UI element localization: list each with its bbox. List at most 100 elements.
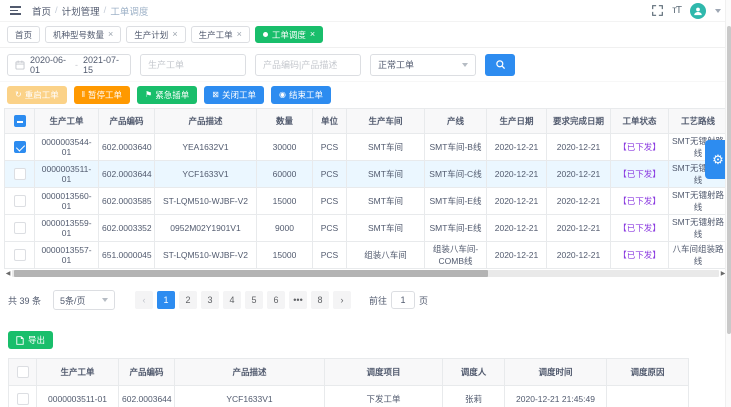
close-order-button[interactable]: ⊠ 关闭工单 — [204, 86, 264, 104]
row-select-cell — [5, 134, 35, 161]
tab-机种型号数量[interactable]: 机种型号数量× — [45, 26, 121, 43]
row-checkbox[interactable] — [14, 195, 26, 207]
pause-order-button[interactable]: ‖ 暂停工单 — [74, 86, 130, 104]
tab-首页[interactable]: 首页 — [7, 26, 40, 43]
product-search-input[interactable]: 产品编码|产品描述 — [255, 54, 361, 76]
page-button[interactable]: 1 — [157, 291, 175, 309]
table-cell: YCF1633V1 — [175, 386, 325, 407]
chevron-down-icon — [102, 298, 108, 302]
vertical-scrollbar[interactable] — [725, 0, 731, 407]
menu-collapse-icon[interactable] — [8, 4, 23, 17]
scroll-left-icon[interactable]: ◀ — [4, 270, 12, 277]
page-button[interactable]: 6 — [267, 291, 285, 309]
font-size-icon[interactable]: тT — [672, 5, 681, 16]
table-cell: 2020-12-21 — [487, 161, 547, 188]
tab-生产工单[interactable]: 生产工单× — [191, 26, 250, 43]
goto-page-input[interactable] — [391, 291, 415, 309]
row-checkbox[interactable] — [17, 393, 29, 405]
date-end[interactable]: 2021-07-15 — [83, 55, 123, 75]
horizontal-scroll-track[interactable] — [12, 270, 719, 277]
tab-label: 工单调度 — [272, 29, 306, 41]
order-status-cell: 【已下发】 — [611, 161, 669, 188]
chevron-down-icon — [462, 63, 468, 67]
breadcrumb-item: 工单调度 — [110, 4, 148, 18]
table-cell: 602.0003352 — [99, 215, 155, 242]
column-header: 产线 — [425, 109, 487, 134]
horizontal-scrollbar[interactable]: ◀ ▶ — [4, 269, 727, 278]
order-status-cell: 【已下发】 — [611, 215, 669, 242]
page-button[interactable]: 8 — [311, 291, 329, 309]
table-cell: ST-LQM510-WJBF-V2 — [155, 188, 257, 215]
date-range-picker[interactable]: 2020-06-01 - 2021-07-15 — [7, 54, 131, 76]
select-all-checkbox[interactable] — [14, 115, 26, 127]
table-cell: 组装八车间 — [347, 242, 425, 269]
table-cell: 15000 — [257, 242, 313, 269]
column-header: 工艺路线 — [669, 109, 728, 134]
page-button[interactable]: 4 — [223, 291, 241, 309]
select-all-checkbox[interactable] — [17, 366, 29, 378]
user-menu-caret-icon[interactable] — [715, 9, 721, 13]
page-button[interactable]: 5 — [245, 291, 263, 309]
vertical-scroll-thumb[interactable] — [727, 26, 731, 334]
table-cell: 0000003511-01 — [37, 386, 119, 407]
prev-page-button[interactable]: ‹ — [135, 291, 153, 309]
tab-close-icon[interactable]: × — [108, 30, 113, 39]
table-cell: YCF1633V1 — [155, 161, 257, 188]
date-start[interactable]: 2020-06-01 — [30, 55, 70, 75]
table-row[interactable]: 0000013560-01602.0003585ST-LQM510-WJBF-V… — [5, 188, 728, 215]
page-button[interactable]: 2 — [179, 291, 197, 309]
table-cell: PCS — [313, 134, 347, 161]
column-header: 数量 — [257, 109, 313, 134]
table-cell: 0952M02Y1901V1 — [155, 215, 257, 242]
restart-order-button[interactable]: ↻ 重启工单 — [7, 86, 67, 104]
row-checkbox[interactable] — [14, 222, 26, 234]
table-row[interactable]: 0000013557-01651.0000045ST-LQM510-WJBF-V… — [5, 242, 728, 269]
order-status-cell: 【已下发】 — [611, 242, 669, 269]
tab-生产计划[interactable]: 生产计划× — [126, 26, 185, 43]
open-tabs-bar: 首页机种型号数量× 生产计划× 生产工单× 工单调度 × — [0, 22, 731, 48]
column-header: 工单状态 — [611, 109, 669, 134]
tab-close-icon[interactable]: × — [310, 30, 315, 39]
fullscreen-icon[interactable] — [652, 5, 663, 16]
date-separator: - — [75, 60, 78, 70]
row-checkbox[interactable] — [14, 168, 26, 180]
breadcrumb-item[interactable]: 计划管理 — [62, 4, 100, 18]
table-cell: SMT车间 — [347, 188, 425, 215]
user-avatar[interactable] — [690, 3, 706, 19]
search-button[interactable] — [485, 54, 515, 76]
table-row[interactable]: 0000013559-01602.00033520952M02Y1901V190… — [5, 215, 728, 242]
column-header: 调度时间 — [505, 359, 607, 386]
horizontal-scroll-thumb[interactable] — [14, 270, 488, 277]
row-checkbox[interactable] — [14, 141, 26, 153]
select-all-header — [9, 359, 37, 386]
table-cell: PCS — [313, 242, 347, 269]
row-select-cell — [5, 188, 35, 215]
table-cell: 2020-12-21 — [547, 134, 611, 161]
table-cell: ST-LQM510-WJBF-V2 — [155, 242, 257, 269]
row-checkbox[interactable] — [14, 249, 26, 261]
breadcrumb-separator: / — [55, 5, 58, 16]
export-button[interactable]: 导出 — [8, 331, 53, 349]
table-row[interactable]: 0000003511-01602.0003644YCF1633V1下发工单张莉2… — [9, 386, 689, 407]
table-cell: SMT车间-E线 — [425, 188, 487, 215]
row-select-cell — [5, 161, 35, 188]
finish-order-button[interactable]: ◉ 结束工单 — [271, 86, 331, 104]
work-order-input[interactable]: 生产工单 — [140, 54, 246, 76]
tab-工单调度[interactable]: 工单调度 × — [255, 26, 323, 43]
page-size-select[interactable]: 5条/页 — [53, 290, 115, 310]
tab-close-icon[interactable]: × — [237, 30, 242, 39]
order-status-cell: 【已下发】 — [611, 134, 669, 161]
order-type-select[interactable]: 正常工单 — [370, 54, 476, 76]
page-button[interactable]: 3 — [201, 291, 219, 309]
table-cell: SMT车间 — [347, 134, 425, 161]
select-all-header — [5, 109, 35, 134]
page-size-value: 5条/页 — [60, 294, 86, 307]
table-cell: 651.0000045 — [99, 242, 155, 269]
urgent-insert-button[interactable]: ⚑ 紧急插单 — [137, 86, 197, 104]
breadcrumb-item[interactable]: 首页 — [32, 4, 51, 18]
table-row[interactable]: 0000003511-01602.0003644YCF1633V160000PC… — [5, 161, 728, 188]
next-page-button[interactable]: › — [333, 291, 351, 309]
table-row[interactable]: 0000003544-01602.0003640YEA1632V130000PC… — [5, 134, 728, 161]
tab-close-icon[interactable]: × — [172, 30, 177, 39]
breadcrumb: 首页/计划管理/工单调度 — [32, 4, 148, 18]
